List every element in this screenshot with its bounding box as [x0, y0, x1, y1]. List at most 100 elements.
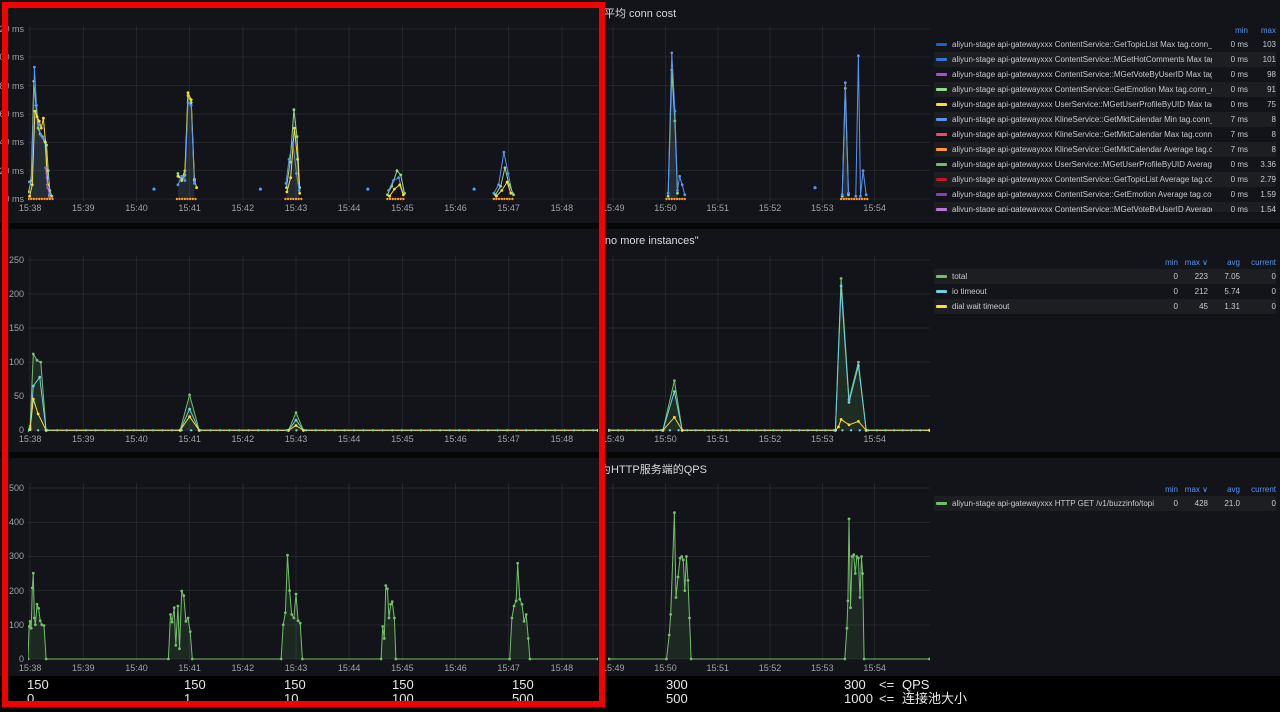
- legend-sort-header[interactable]: min: [1154, 258, 1178, 267]
- legend-sort-header[interactable]: avg: [1208, 258, 1240, 267]
- series-stat-value: 3.36: [1248, 160, 1276, 169]
- y-axis-tick-label: 0: [19, 654, 24, 664]
- x-axis-tick-label: 15:42: [232, 663, 255, 673]
- x-axis-tick-label: 15:49: [602, 434, 625, 444]
- legend-row[interactable]: aliyun-stage api-gatewayxxx UserService:…: [934, 97, 1276, 112]
- x-axis-tick-label: 15:51: [707, 663, 730, 673]
- http-qps-chart-left[interactable]: [28, 483, 598, 661]
- legend-row[interactable]: dial wait timeout0451.310: [934, 299, 1276, 314]
- series-label[interactable]: aliyun-stage api-gatewayxxx KlineService…: [952, 145, 1212, 154]
- x-axis-tick-label: 15:48: [551, 203, 574, 213]
- series-label[interactable]: aliyun-stage api-gatewayxxx ContentServi…: [952, 55, 1212, 64]
- legend-sort-header[interactable]: current: [1240, 258, 1276, 267]
- y-axis-tick-label: 0: [19, 425, 24, 435]
- panel-title-no-more-instances[interactable]: "no more instances": [601, 235, 699, 247]
- x-axis-tick-label: 15:53: [811, 434, 834, 444]
- legend-sort-header[interactable]: min: [1154, 485, 1178, 494]
- y-axis-tick-label: 300: [9, 551, 24, 561]
- legend-row[interactable]: aliyun-stage api-gatewayxxx ContentServi…: [934, 202, 1276, 212]
- series-label[interactable]: aliyun-stage api-gatewayxxx ContentServi…: [952, 40, 1212, 49]
- legend-row[interactable]: aliyun-stage api-gatewayxxx HTTP GET /v1…: [934, 496, 1276, 511]
- panel-title-conn-cost[interactable]: 平均 conn cost: [604, 5, 676, 21]
- x-axis-tick-label: 15:42: [232, 203, 255, 213]
- series-stat-value: 212: [1178, 287, 1208, 296]
- panel-title-http-qps[interactable]: 为HTTP服务端的QPS: [600, 461, 707, 477]
- x-axis-tick-label: 15:38: [19, 203, 42, 213]
- series-label[interactable]: aliyun-stage api-gatewayxxx KlineService…: [952, 115, 1212, 124]
- series-stat-value: 7 ms: [1212, 145, 1248, 154]
- series-label[interactable]: aliyun-stage api-gatewayxxx UserService:…: [952, 100, 1212, 109]
- series-stat-value: 2.79: [1248, 175, 1276, 184]
- legend-sort-header[interactable]: max ∨: [1178, 258, 1208, 267]
- legend-row[interactable]: aliyun-stage api-gatewayxxx ContentServi…: [934, 52, 1276, 67]
- series-label[interactable]: dial wait timeout: [952, 302, 1154, 311]
- legend-row[interactable]: aliyun-stage api-gatewayxxx KlineService…: [934, 142, 1276, 157]
- y-axis-tick-label: 40 ms: [0, 137, 24, 147]
- series-stat-value: 45: [1178, 302, 1208, 311]
- legend-row[interactable]: aliyun-stage api-gatewayxxx ContentServi…: [934, 67, 1276, 82]
- legend-row[interactable]: aliyun-stage api-gatewayxxx KlineService…: [934, 127, 1276, 142]
- series-stat-value: 0 ms: [1212, 85, 1248, 94]
- series-stat-value: 103: [1248, 40, 1276, 49]
- series-color-swatch-icon: [936, 178, 947, 181]
- legend-row[interactable]: aliyun-stage api-gatewayxxx ContentServi…: [934, 172, 1276, 187]
- x-axis-tick-label: 15:41: [178, 663, 201, 673]
- y-axis-tick-label: 200: [9, 586, 24, 596]
- series-label[interactable]: io timeout: [952, 287, 1154, 296]
- series-stat-value: 1.54: [1248, 205, 1276, 212]
- series-stat-value: 0 ms: [1212, 55, 1248, 64]
- legend-sort-header[interactable]: current: [1240, 485, 1276, 494]
- x-axis-tick-label: 15:50: [654, 663, 677, 673]
- series-stat-value: 8: [1248, 115, 1276, 124]
- series-label[interactable]: aliyun-stage api-gatewayxxx ContentServi…: [952, 205, 1212, 212]
- legend-sort-header[interactable]: max ∨: [1178, 485, 1208, 494]
- series-stat-value: 0: [1154, 499, 1178, 508]
- legend-row[interactable]: aliyun-stage api-gatewayxxx KlineService…: [934, 112, 1276, 127]
- legend-sort-header[interactable]: min: [1212, 26, 1248, 35]
- no-more-instances-chart-left[interactable]: [28, 256, 598, 433]
- series-label[interactable]: aliyun-stage api-gatewayxxx HTTP GET /v1…: [952, 499, 1154, 508]
- x-axis-tick-label: 15:38: [19, 434, 42, 444]
- series-stat-value: 91: [1248, 85, 1276, 94]
- conn-cost-chart-left[interactable]: [28, 26, 598, 202]
- series-stat-value: 0 ms: [1212, 190, 1248, 199]
- legend-sort-header[interactable]: max: [1248, 26, 1276, 35]
- conn-cost-chart-right[interactable]: [608, 26, 930, 202]
- series-color-swatch-icon: [936, 43, 947, 46]
- series-stat-value: 1.59: [1248, 190, 1276, 199]
- y-axis-tick-label: 120 ms: [0, 24, 24, 34]
- http-qps-chart-right[interactable]: [608, 483, 930, 661]
- x-axis-tick-label: 15:39: [72, 203, 95, 213]
- x-axis-tick-label: 15:46: [444, 434, 467, 444]
- legend-row[interactable]: io timeout02125.740: [934, 284, 1276, 299]
- legend-row[interactable]: aliyun-stage api-gatewayxxx ContentServi…: [934, 82, 1276, 97]
- x-axis-tick-label: 15:52: [759, 203, 782, 213]
- series-color-swatch-icon: [936, 88, 947, 91]
- x-axis-tick-label: 15:50: [654, 434, 677, 444]
- x-axis-tick-label: 15:41: [178, 203, 201, 213]
- y-axis-tick-label: 100: [9, 620, 24, 630]
- x-axis-tick-label: 15:47: [497, 434, 520, 444]
- series-label[interactable]: aliyun-stage api-gatewayxxx ContentServi…: [952, 190, 1212, 199]
- legend-row[interactable]: total02237.050: [934, 269, 1276, 284]
- series-label[interactable]: aliyun-stage api-gatewayxxx KlineService…: [952, 130, 1212, 139]
- series-stat-value: 5.74: [1208, 287, 1240, 296]
- y-axis-tick-label: 400: [9, 517, 24, 527]
- series-stat-value: 0 ms: [1212, 205, 1248, 212]
- legend-sort-header[interactable]: avg: [1208, 485, 1240, 494]
- legend-row[interactable]: aliyun-stage api-gatewayxxx UserService:…: [934, 157, 1276, 172]
- x-axis-tick-label: 15:46: [444, 203, 467, 213]
- series-label[interactable]: aliyun-stage api-gatewayxxx ContentServi…: [952, 85, 1212, 94]
- series-label[interactable]: aliyun-stage api-gatewayxxx ContentServi…: [952, 70, 1212, 79]
- series-stat-value: 8: [1248, 145, 1276, 154]
- y-axis-tick-label: 80 ms: [0, 81, 24, 91]
- legend-row[interactable]: aliyun-stage api-gatewayxxx ContentServi…: [934, 37, 1276, 52]
- series-label[interactable]: aliyun-stage api-gatewayxxx UserService:…: [952, 160, 1212, 169]
- series-label[interactable]: aliyun-stage api-gatewayxxx ContentServi…: [952, 175, 1212, 184]
- series-color-swatch-icon: [936, 148, 947, 151]
- footer-annotation: 300 500: [666, 678, 688, 706]
- no-more-instances-chart-right[interactable]: [608, 256, 930, 433]
- series-color-swatch-icon: [936, 193, 947, 196]
- series-label[interactable]: total: [952, 272, 1154, 281]
- legend-row[interactable]: aliyun-stage api-gatewayxxx ContentServi…: [934, 187, 1276, 202]
